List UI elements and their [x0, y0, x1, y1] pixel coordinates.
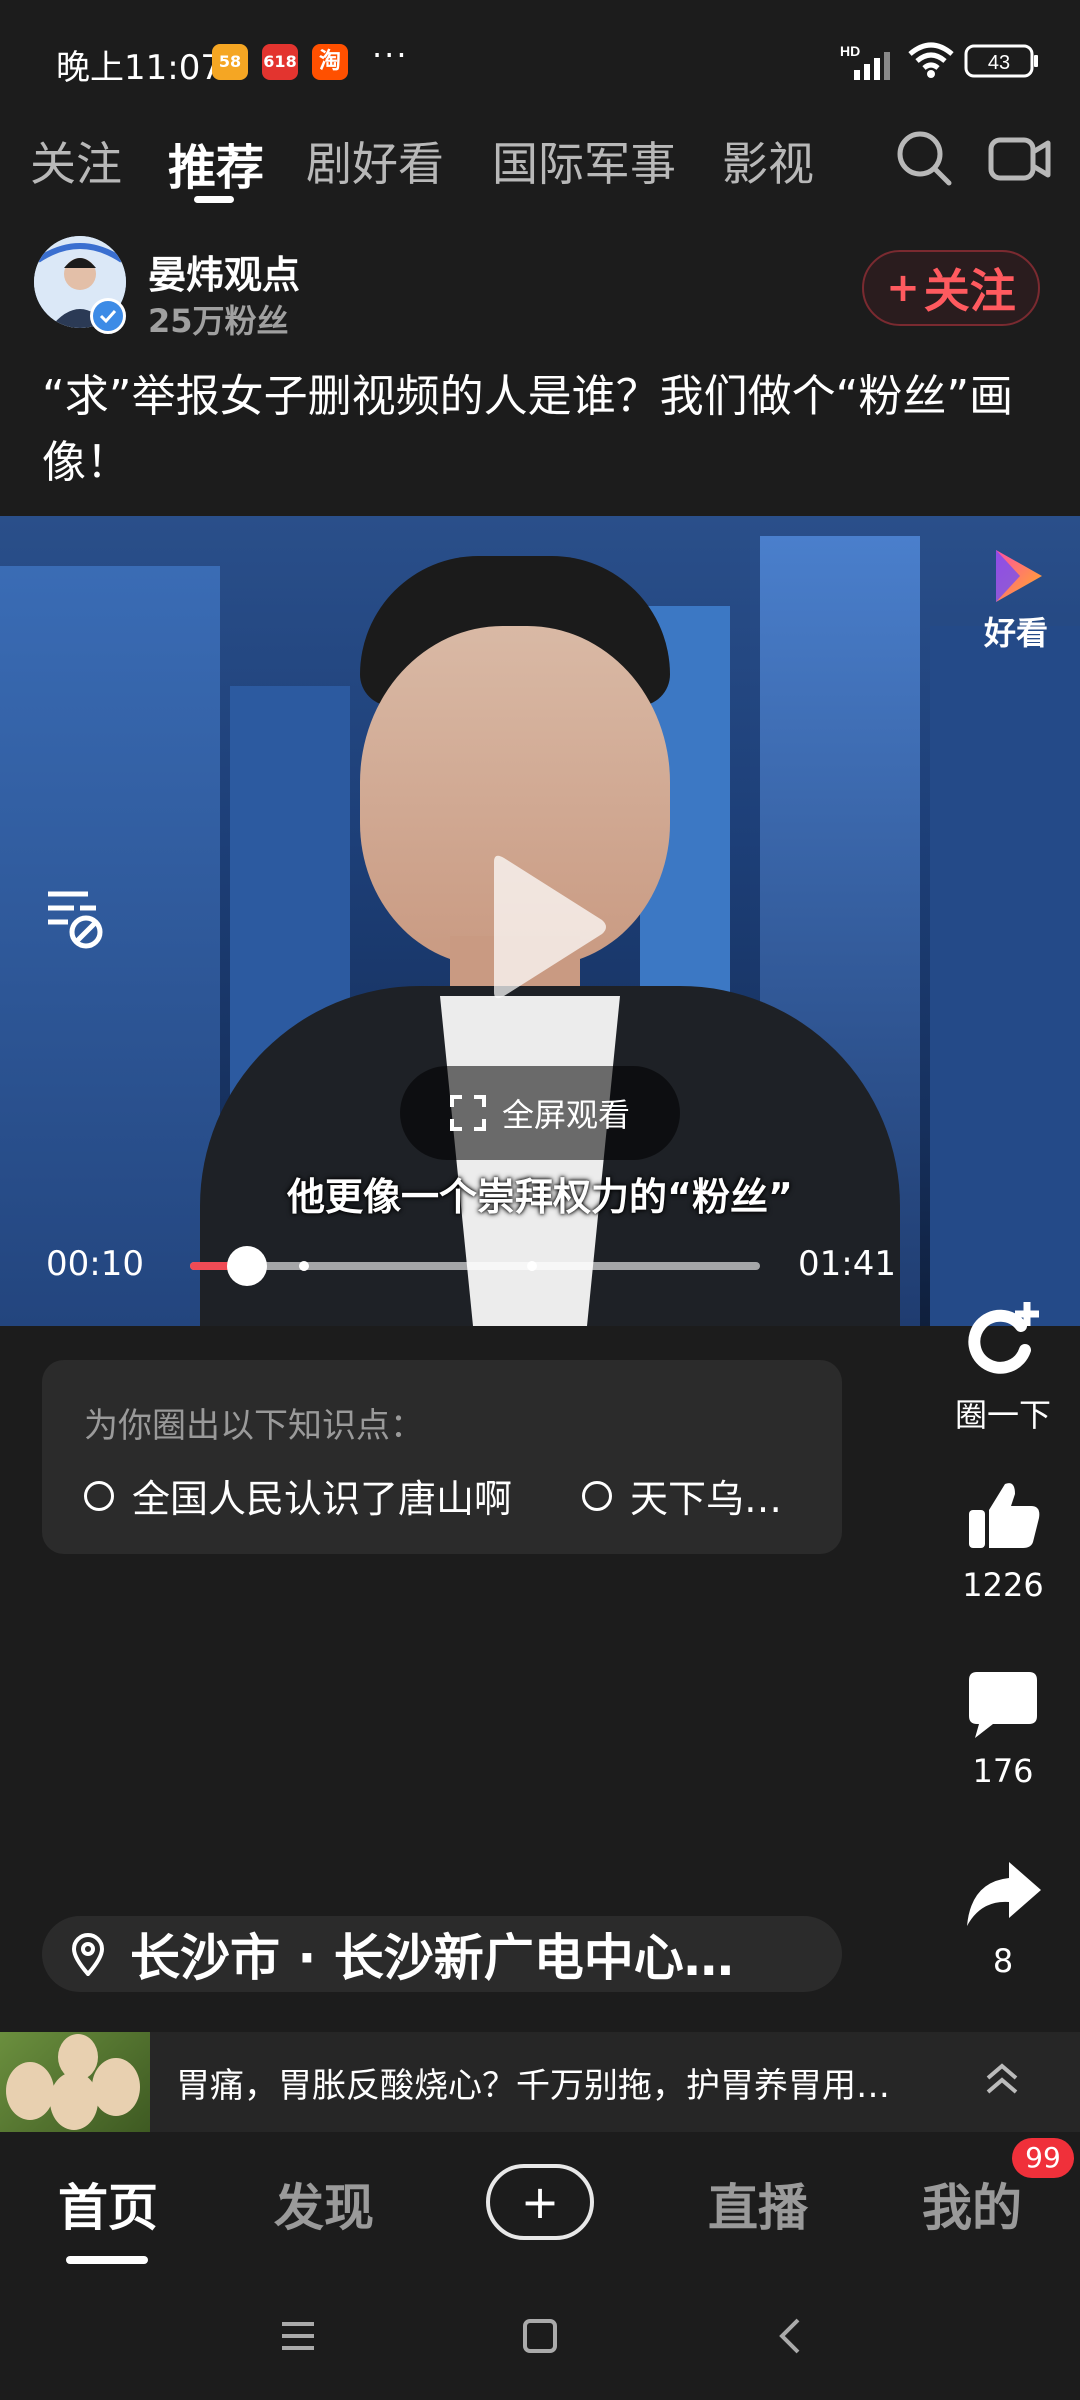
app-taobao-icon: 淘 — [312, 44, 348, 80]
follow-plus: + — [886, 265, 920, 311]
app-618-icon: 618 — [262, 44, 298, 80]
app-58-icon: 58 — [212, 44, 248, 80]
video-camera-icon[interactable] — [988, 130, 1052, 190]
svg-text:HD: HD — [840, 43, 860, 59]
nav-home[interactable]: 首页 — [58, 2168, 158, 2240]
knowledge-points-card: 为你圈出以下知识点： 全国人民认识了唐山啊 天下乌… — [42, 1360, 842, 1554]
tab-follow[interactable]: 关注 — [30, 128, 122, 194]
top-nav: 关注 推荐 剧好看 国际军事 影视 — [0, 118, 1080, 208]
egg-image — [92, 2058, 140, 2116]
knowledge-item-label: 天下乌… — [630, 1477, 783, 1521]
egg-image — [50, 2072, 98, 2130]
nav-active-indicator — [66, 2256, 148, 2264]
nav-create-button[interactable]: + — [486, 2164, 594, 2240]
ad-text: 胃痛，胃胀反酸烧心？千万别拖，护胃养胃用… — [176, 2066, 890, 2106]
play-icon[interactable] — [480, 852, 610, 1002]
share-arrow-icon — [967, 1862, 1041, 1926]
post-title[interactable]: “求”举报女子删视频的人是谁？我们做个“粉丝”画像！ — [42, 364, 1042, 496]
share-count: 8 — [992, 1942, 1014, 1980]
knowledge-item-label: 全国人民认识了唐山啊 — [132, 1477, 513, 1521]
author-name[interactable]: 晏炜观点 — [148, 244, 300, 299]
tab-recommend[interactable]: 推荐 — [168, 128, 264, 198]
ad-thumbnail — [0, 2032, 150, 2132]
background-building — [930, 626, 1080, 1326]
circle-action-button[interactable]: 圈一下 — [928, 1296, 1078, 1436]
fullscreen-label: 全屏观看 — [501, 1096, 630, 1134]
follow-label: 关注 — [923, 264, 1016, 318]
chevron-up-icon[interactable] — [982, 2058, 1022, 2102]
video-subtitle: 他更像一个崇拜权力的“粉丝” — [287, 1175, 793, 1219]
back-chevron-icon[interactable] — [772, 2314, 808, 2358]
comment-icon — [969, 1672, 1037, 1738]
egg-image — [6, 2062, 54, 2120]
nav-profile[interactable]: 我的 — [922, 2168, 1022, 2240]
location-pin-icon — [71, 1933, 105, 1976]
location-text: 长沙市 · 长沙新广电中心… — [130, 1929, 734, 1987]
location-tag[interactable]: 长沙市 · 长沙新广电中心… — [42, 1916, 842, 1992]
current-time: 00:10 — [46, 1244, 144, 1284]
home-square-icon[interactable] — [520, 2316, 560, 2356]
haokan-logo-icon — [996, 550, 1042, 602]
progress-thumb[interactable] — [227, 1246, 267, 1286]
status-right: HD 43 — [840, 40, 1040, 84]
share-button[interactable]: 8 — [928, 1856, 1078, 1980]
plus-icon: + — [520, 2175, 560, 2229]
system-nav-bar — [0, 2272, 1080, 2400]
danmaku-toggle-icon[interactable] — [44, 886, 108, 950]
comment-count: 176 — [972, 1752, 1034, 1790]
cellular-signal-icon: HD — [840, 43, 890, 80]
ad-banner[interactable]: 胃痛，胃胀反酸烧心？千万别拖，护胃养胃用… — [0, 2032, 1080, 2132]
egg-image — [58, 2034, 98, 2080]
radio-circle-icon — [582, 1480, 612, 1511]
status-time: 晚上11:07 — [56, 48, 222, 88]
knowledge-item[interactable]: 全国人民认识了唐山啊 — [84, 1468, 512, 1523]
nav-discover[interactable]: 发现 — [274, 2168, 374, 2240]
progress-marker — [299, 1261, 309, 1271]
circle-add-icon — [968, 1302, 1039, 1374]
tab-military[interactable]: 国际军事 — [492, 128, 676, 194]
progress-bar[interactable] — [190, 1246, 760, 1286]
wifi-icon — [908, 42, 954, 78]
circle-action-label: 圈一下 — [954, 1396, 1051, 1434]
verified-badge-icon — [90, 298, 126, 334]
thumbs-up-icon — [969, 1483, 1040, 1548]
like-count: 1226 — [962, 1566, 1044, 1604]
status-more-icon: ··· — [372, 36, 409, 74]
bottom-nav: 首页 发现 + 直播 我的 99 — [0, 2132, 1080, 2272]
status-bar: 晚上11:07 58 618 淘 ··· HD 43 — [0, 0, 1080, 100]
nav-live[interactable]: 直播 — [708, 2168, 808, 2240]
knowledge-title: 为你圈出以下知识点： — [84, 1406, 424, 1446]
svg-text:43: 43 — [988, 52, 1010, 74]
progress-marker — [527, 1261, 537, 1271]
fullscreen-icon — [449, 1095, 486, 1131]
haokan-brand: 好看 — [984, 614, 1049, 652]
total-time: 01:41 — [798, 1244, 896, 1284]
battery-icon: 43 — [964, 44, 1038, 78]
video-player[interactable]: 好看 全屏观看 他更像一个崇拜权力的“粉丝” 00:10 01:41 — [0, 516, 1080, 1326]
comment-button[interactable]: 176 — [928, 1666, 1078, 1790]
author-fans-count: 25万粉丝 — [148, 302, 289, 340]
active-tab-indicator — [194, 196, 234, 203]
fullscreen-button[interactable]: 全屏观看 — [400, 1066, 680, 1160]
menu-icon[interactable] — [278, 2318, 318, 2354]
knowledge-item[interactable]: 天下乌… — [582, 1468, 782, 1523]
tab-movies[interactable]: 影视 — [722, 128, 814, 194]
like-button[interactable]: 1226 — [928, 1476, 1078, 1604]
follow-button[interactable]: + 关注 — [862, 250, 1040, 326]
radio-circle-icon — [84, 1480, 114, 1511]
search-icon[interactable] — [894, 128, 954, 188]
notification-badge: 99 — [1012, 2138, 1074, 2178]
tab-drama[interactable]: 剧好看 — [306, 128, 444, 194]
